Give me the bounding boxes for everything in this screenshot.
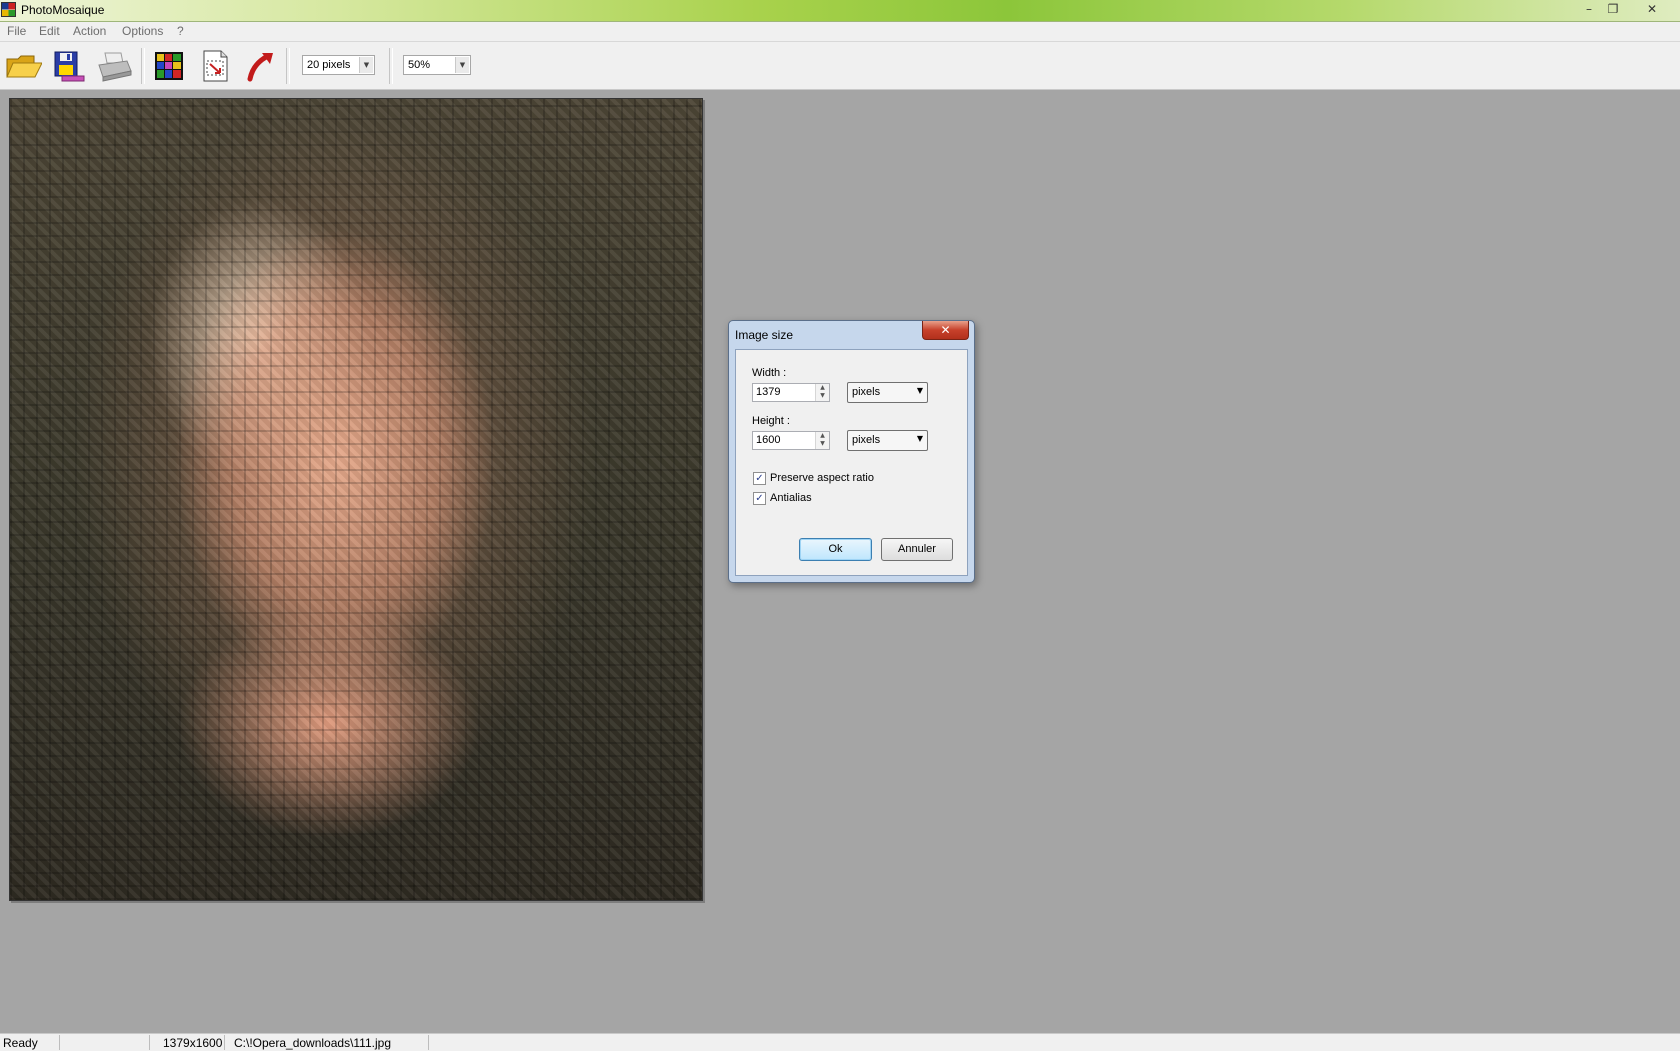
status-bar: Ready 1379x1600 C:\!Opera_downloads\111.… <box>0 1033 1680 1051</box>
status-divider <box>428 1035 429 1050</box>
dialog-title: Image size <box>735 328 794 342</box>
image-size-dialog: Image size ✕ Width : 1379 ▲ ▼ pixels ▼ He… <box>728 320 975 583</box>
print-button[interactable] <box>96 47 134 85</box>
menu-edit[interactable]: Edit <box>39 24 60 38</box>
status-divider <box>224 1035 225 1050</box>
toolbar-separator <box>286 48 290 84</box>
save-button[interactable] <box>50 47 88 85</box>
zoom-select[interactable]: 50% ▼ <box>403 55 471 75</box>
restore-button[interactable]: ❐ <box>1601 1 1625 17</box>
chevron-down-icon: ▼ <box>916 434 923 443</box>
toolbar-separator <box>389 48 393 84</box>
dialog-close-button[interactable]: ✕ <box>922 321 969 340</box>
menu-bar: File Edit Action Options ? <box>0 22 1680 42</box>
cancel-button[interactable]: Annuler <box>881 538 953 561</box>
tile-size-select[interactable]: 20 pixels ▼ <box>302 55 375 75</box>
status-file-path: C:\!Opera_downloads\111.jpg <box>234 1036 391 1050</box>
width-label: Width : <box>752 367 787 379</box>
floppy-disk-icon <box>54 51 85 82</box>
chevron-down-icon: ▼ <box>359 57 373 73</box>
dialog-body: Width : 1379 ▲ ▼ pixels ▼ Height : 1600 ▲… <box>735 349 968 576</box>
width-unit-value: pixels <box>852 386 881 398</box>
width-value: 1379 <box>756 386 781 398</box>
undo-arrow-icon <box>247 53 273 82</box>
spinner-arrows-icon[interactable]: ▲ ▼ <box>815 432 829 449</box>
chevron-down-icon: ▼ <box>455 57 469 73</box>
close-button[interactable]: ✕ <box>1640 1 1664 17</box>
spinner-arrows-icon[interactable]: ▲ ▼ <box>815 384 829 401</box>
mosaic-tiles <box>10 99 702 900</box>
printer-icon <box>98 52 132 82</box>
height-spinner[interactable]: 1600 ▲ ▼ <box>752 431 830 450</box>
status-divider <box>59 1035 60 1050</box>
status-state: Ready <box>3 1036 38 1050</box>
menu-options[interactable]: Options <box>122 24 163 38</box>
tile-size-value: 20 pixels <box>307 59 351 71</box>
antialias-checkbox[interactable]: ✓ <box>753 492 766 505</box>
menu-help[interactable]: ? <box>177 24 184 38</box>
height-value: 1600 <box>756 434 781 446</box>
zoom-value: 50% <box>408 59 431 71</box>
undo-button[interactable] <box>242 47 280 85</box>
height-unit-select[interactable]: pixels ▼ <box>847 430 928 451</box>
toolbar: 20 pixels ▼ 50% ▼ <box>0 42 1680 90</box>
mosaic-image[interactable] <box>9 98 703 901</box>
status-divider <box>149 1035 150 1050</box>
image-size-button[interactable] <box>196 47 234 85</box>
status-dimensions: 1379x1600 <box>163 1036 223 1050</box>
title-bar: PhotoMosaique – ❐ ✕ <box>0 0 1680 22</box>
toolbar-separator <box>141 48 145 84</box>
mosaic-button[interactable] <box>150 47 188 85</box>
app-icon <box>1 2 16 17</box>
chevron-down-icon: ▼ <box>916 386 923 395</box>
window-title: PhotoMosaique <box>21 3 105 17</box>
menu-file[interactable]: File <box>7 24 26 38</box>
resize-document-icon <box>203 50 228 82</box>
preserve-aspect-checkbox[interactable]: ✓ <box>753 472 766 485</box>
preserve-aspect-label: Preserve aspect ratio <box>770 472 874 484</box>
folder-open-icon <box>6 55 43 78</box>
height-unit-value: pixels <box>852 434 881 446</box>
minimize-button[interactable]: – <box>1577 1 1601 17</box>
open-folder-button[interactable] <box>4 47 43 85</box>
width-unit-select[interactable]: pixels ▼ <box>847 382 928 403</box>
width-spinner[interactable]: 1379 ▲ ▼ <box>752 383 830 402</box>
ok-button[interactable]: Ok <box>799 538 872 561</box>
antialias-label: Antialias <box>770 492 812 504</box>
mosaic-grid-icon <box>155 52 183 80</box>
menu-action[interactable]: Action <box>73 24 106 38</box>
height-label: Height : <box>752 415 790 427</box>
